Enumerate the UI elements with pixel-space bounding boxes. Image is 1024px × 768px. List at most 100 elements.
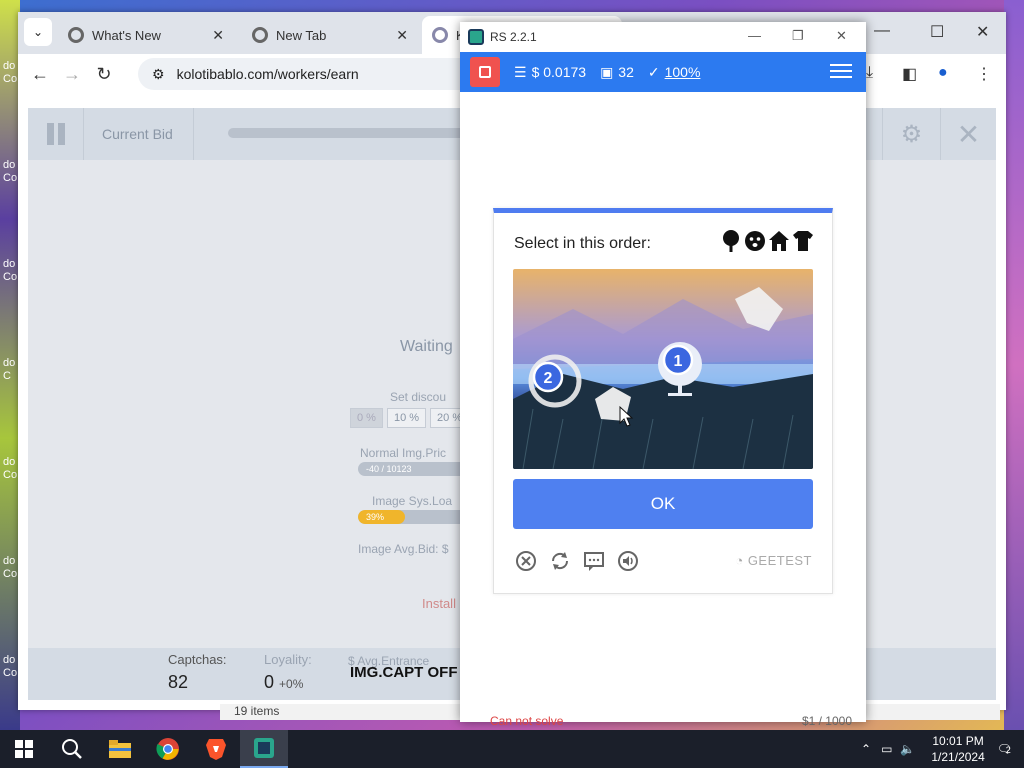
gear-icon[interactable]: ⚙ bbox=[882, 108, 940, 160]
volume-muted-icon[interactable]: 🔈 bbox=[900, 742, 915, 756]
captcha-scene: 1 2 bbox=[513, 269, 813, 469]
discount-option[interactable]: 0 % bbox=[350, 408, 383, 428]
stop-icon bbox=[479, 66, 491, 78]
chrome-icon bbox=[68, 27, 84, 43]
sys-load-label: Image Sys.Loa bbox=[372, 494, 453, 508]
captcha-order-icons bbox=[720, 229, 814, 253]
desktop-right-strip bbox=[1004, 0, 1024, 730]
forward-icon[interactable]: → bbox=[56, 64, 88, 85]
notification-count: 2 bbox=[1005, 745, 1011, 755]
tab-search-button[interactable]: ⌄ bbox=[24, 18, 52, 46]
close-tab-icon[interactable]: ✕ bbox=[396, 27, 408, 44]
count-value: 32 bbox=[618, 64, 634, 80]
network-icon[interactable]: ▭ bbox=[881, 742, 892, 756]
minimize-icon[interactable]: — bbox=[748, 28, 761, 43]
close-tab-icon[interactable]: ✕ bbox=[212, 27, 224, 44]
search-button[interactable] bbox=[48, 730, 96, 768]
balance: ☰ $ 0.0173 bbox=[514, 64, 586, 81]
normal-price-label: Normal Img.Pric bbox=[360, 446, 447, 460]
close-icon[interactable]: ✕ bbox=[836, 28, 847, 44]
normal-price-value: -40 / 10123 bbox=[366, 464, 412, 474]
bid-slider[interactable] bbox=[228, 128, 478, 138]
side-panel-icon[interactable]: ◧ bbox=[902, 64, 917, 84]
discount-option[interactable]: 10 % bbox=[386, 408, 427, 428]
loyalty-value: 0 bbox=[264, 672, 275, 692]
chrome-button[interactable] bbox=[144, 730, 192, 768]
order-marker-1: 1 bbox=[674, 353, 683, 370]
profile-icon[interactable]: ● bbox=[938, 64, 948, 82]
hamburger-menu-icon[interactable] bbox=[830, 60, 852, 82]
brave-button[interactable] bbox=[192, 730, 240, 768]
tab-label: What's New bbox=[92, 27, 161, 43]
set-discount-label: Set discou bbox=[390, 390, 447, 404]
rs-footer-rate: $1 / 1000 bbox=[801, 714, 852, 728]
close-window-icon[interactable]: ✕ bbox=[976, 22, 989, 42]
kolotibablo-favicon bbox=[432, 27, 448, 43]
chevron-up-icon[interactable]: ⌃ bbox=[861, 742, 871, 756]
loyalty-label: Loyality: bbox=[264, 652, 312, 667]
file-explorer-button[interactable] bbox=[96, 730, 144, 768]
success-rate[interactable]: ✓ 100% bbox=[648, 64, 701, 81]
check-circle-icon: ✓ bbox=[647, 63, 660, 80]
close-icon[interactable]: ✕ bbox=[940, 108, 996, 160]
tshirt-icon bbox=[793, 231, 813, 251]
install-link[interactable]: Install bbox=[422, 596, 456, 611]
back-icon[interactable]: ← bbox=[24, 64, 56, 85]
loyalty-value-wrap: 0 +0% bbox=[264, 672, 303, 693]
sys-load-value: 39% bbox=[366, 512, 385, 522]
geetest-logo: ◔ GEETEST bbox=[735, 553, 812, 568]
waiting-text: Waiting bbox=[400, 338, 453, 355]
chrome-icon bbox=[156, 738, 179, 760]
geetest-captcha: Select in this order: 1 2 OK ◔ GEETEST bbox=[493, 208, 833, 594]
rs-taskbar-button[interactable] bbox=[240, 730, 288, 768]
rs-titlebar: RS 2.2.1 — ❐ ✕ bbox=[460, 22, 866, 52]
feedback-icon[interactable] bbox=[582, 549, 606, 573]
loyalty-delta: +0% bbox=[279, 677, 304, 691]
avg-bid-label: Image Avg.Bid: $ bbox=[358, 542, 449, 556]
captcha-image[interactable]: 1 2 bbox=[513, 269, 813, 469]
solved-count: ▣ 32 bbox=[600, 64, 634, 81]
restore-icon[interactable]: ❐ bbox=[792, 28, 804, 44]
start-button[interactable] bbox=[0, 730, 48, 768]
rs-app-icon bbox=[468, 29, 484, 45]
rs-app-icon bbox=[254, 738, 274, 758]
taskbar: ⌃ ▭ 🔈 10:01 PM 1/21/2024 🗨 2 bbox=[0, 730, 1024, 768]
stop-button[interactable] bbox=[470, 57, 500, 87]
rs-extension-window: RS 2.2.1 — ❐ ✕ ☰ $ 0.0173 ▣ 32 ✓ 100% Selec… bbox=[460, 22, 866, 728]
face-icon bbox=[745, 231, 765, 251]
audio-icon[interactable] bbox=[616, 549, 640, 573]
clock[interactable]: 10:01 PM 1/21/2024 bbox=[931, 733, 984, 765]
clock-date: 1/21/2024 bbox=[931, 750, 985, 764]
items-count: 19 items bbox=[234, 704, 280, 718]
download-icon[interactable]: ⤓ bbox=[866, 64, 873, 82]
captchas-label: Captchas: bbox=[168, 652, 227, 667]
folder-icon bbox=[109, 740, 131, 758]
url-text: kolotibablo.com/workers/earn bbox=[176, 66, 359, 82]
maximize-icon[interactable]: ☐ bbox=[930, 22, 944, 42]
rs-footer: Can not solve $1 / 1000 bbox=[460, 714, 866, 728]
reload-icon[interactable]: ↻ bbox=[88, 64, 120, 85]
windows-icon bbox=[15, 740, 33, 758]
chrome-icon bbox=[252, 27, 268, 43]
system-tray: ⌃ ▭ 🔈 10:01 PM 1/21/2024 🗨 2 bbox=[861, 730, 1024, 768]
menu-icon[interactable]: ⋮ bbox=[976, 64, 992, 84]
coins-icon: ☰ bbox=[514, 63, 527, 80]
notifications-icon[interactable]: 🗨 2 bbox=[997, 742, 1012, 756]
close-captcha-icon[interactable] bbox=[514, 549, 538, 573]
tab-whats-new[interactable]: What's New ✕ bbox=[58, 16, 234, 54]
site-info-icon[interactable]: ⚙ bbox=[152, 66, 165, 83]
clock-time: 10:01 PM bbox=[932, 734, 984, 748]
refresh-icon[interactable] bbox=[548, 549, 572, 573]
rs-title: RS 2.2.1 bbox=[490, 30, 537, 44]
rs-footer-status: Can not solve bbox=[490, 714, 564, 728]
brave-icon bbox=[206, 739, 226, 760]
image-icon: ▣ bbox=[600, 63, 614, 80]
minimize-icon[interactable]: — bbox=[874, 22, 890, 40]
tab-new-tab[interactable]: New Tab ✕ bbox=[242, 16, 418, 54]
captcha-heading: Select in this order: bbox=[514, 235, 651, 252]
ok-button[interactable]: OK bbox=[513, 479, 813, 529]
balance-value: $ 0.0173 bbox=[531, 64, 587, 80]
geetest-icon: ◔ bbox=[735, 553, 744, 568]
chevron-down-icon: ⌄ bbox=[32, 25, 44, 39]
pause-button[interactable] bbox=[28, 108, 84, 160]
